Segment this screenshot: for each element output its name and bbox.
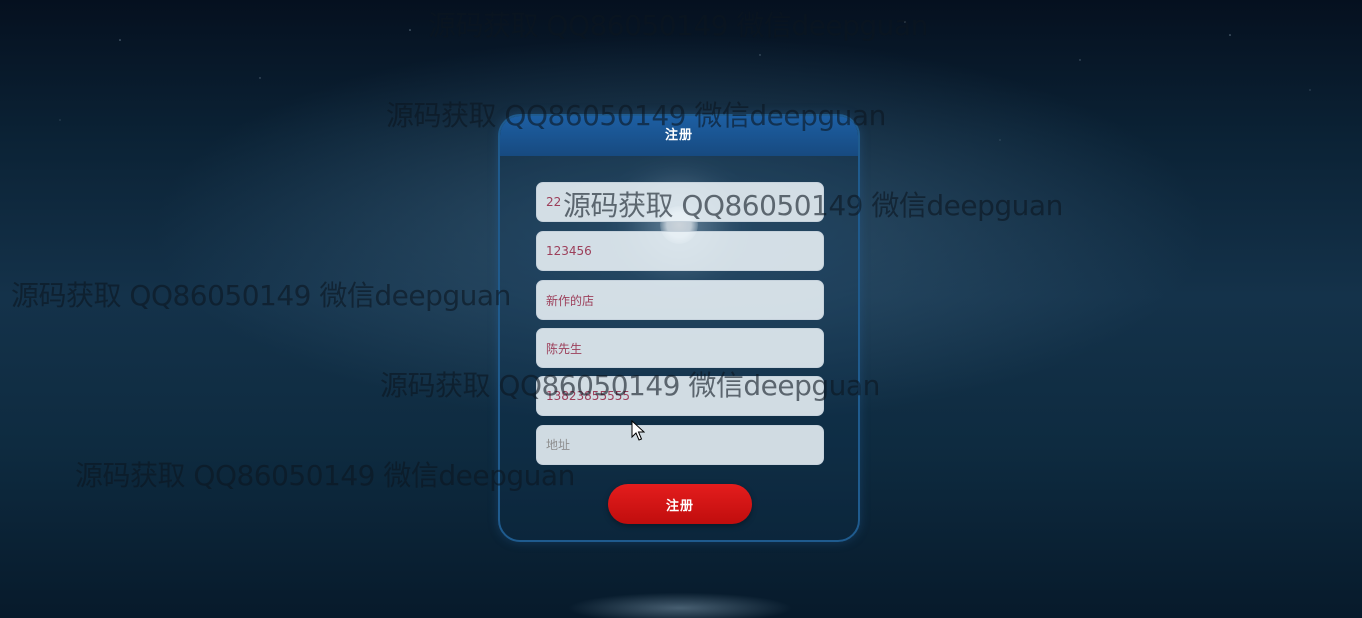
username-input[interactable] bbox=[536, 182, 824, 222]
address-input[interactable] bbox=[536, 425, 824, 465]
register-panel: 注册 注册 bbox=[498, 114, 860, 542]
shop-name-input[interactable] bbox=[536, 280, 824, 320]
register-button[interactable]: 注册 bbox=[608, 484, 752, 524]
password-input[interactable] bbox=[536, 231, 824, 271]
phone-input[interactable] bbox=[536, 376, 824, 416]
watermark-text-4: 源码获取 QQ86050149 微信deepguan bbox=[11, 279, 511, 312]
contact-name-input[interactable] bbox=[536, 328, 824, 368]
watermark-text-1: 源码获取 QQ86050149 微信deepguan bbox=[428, 9, 928, 42]
panel-title: 注册 bbox=[500, 116, 858, 156]
